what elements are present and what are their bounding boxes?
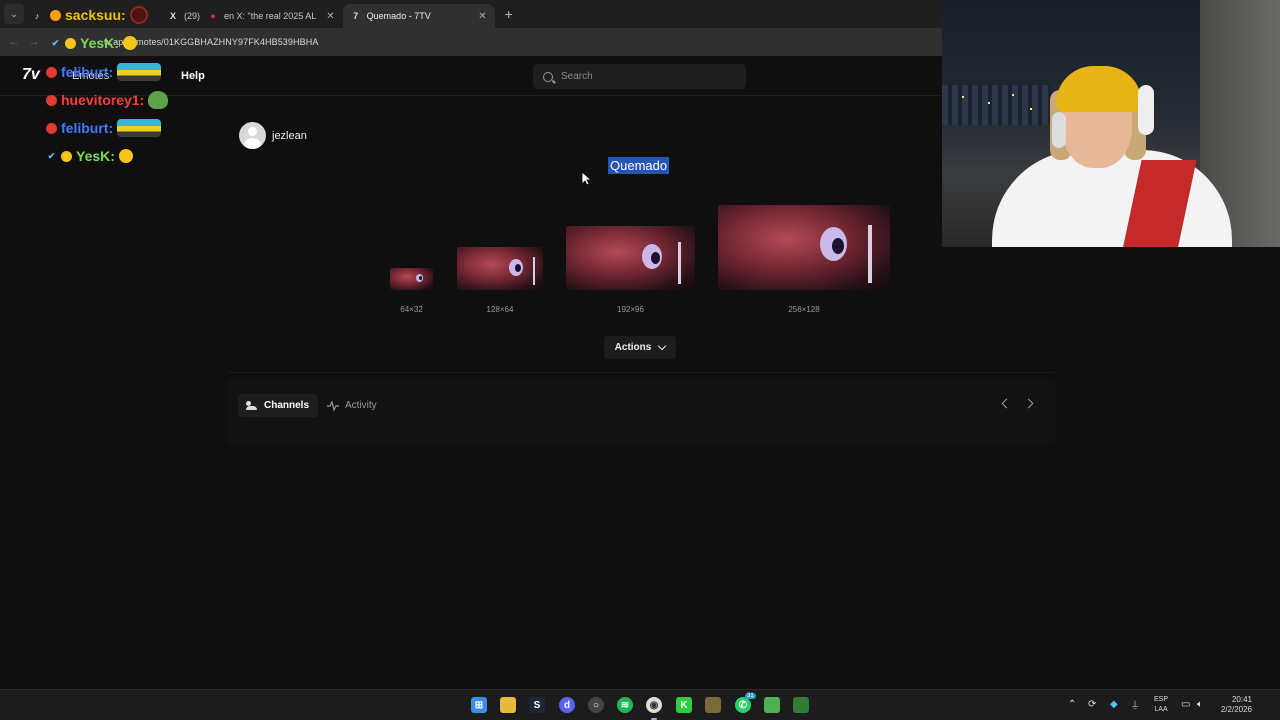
close-icon[interactable]: ✕ bbox=[326, 11, 334, 22]
search-icon bbox=[543, 71, 553, 82]
sync-icon[interactable]: ⟳ bbox=[1088, 699, 1096, 710]
network-app-icon[interactable]: ◆ bbox=[1110, 699, 1118, 710]
activity-icon bbox=[327, 400, 339, 411]
size-label: 128×64 bbox=[486, 305, 514, 314]
chat-message: sacksuu: bbox=[50, 6, 148, 24]
chat-username: YesK: bbox=[76, 148, 115, 164]
language-indicator[interactable]: ESP LAA bbox=[1154, 695, 1168, 715]
tab-search-button[interactable]: ⌄ bbox=[4, 4, 24, 24]
chevron-up-icon[interactable]: ⌃ bbox=[1068, 699, 1076, 710]
forward-arrow-icon[interactable]: → bbox=[24, 36, 44, 48]
actions-button[interactable]: Actions bbox=[604, 336, 676, 359]
browser-tab-x[interactable]: X (29) bbox=[160, 4, 208, 28]
tab-label: (29) bbox=[184, 11, 201, 21]
chat-username: YesK: bbox=[80, 35, 119, 51]
lang-bottom: LAA bbox=[1154, 706, 1168, 713]
display-icon[interactable]: ▭ bbox=[1181, 699, 1190, 710]
chat-message: huevitorey1: bbox=[46, 91, 169, 109]
close-icon[interactable]: ✕ bbox=[478, 11, 486, 22]
nav-help-link[interactable]: Help bbox=[181, 70, 205, 82]
tab-activity-label: Activity bbox=[345, 400, 377, 411]
chat-badge-icon bbox=[50, 9, 61, 21]
tiktok-icon: ♪ bbox=[34, 11, 40, 21]
new-tab-icon[interactable]: + bbox=[505, 6, 513, 22]
chat-badge-icon bbox=[46, 122, 57, 134]
emote-icon bbox=[118, 149, 133, 163]
minecraft-icon[interactable] bbox=[705, 697, 721, 713]
webcam-overlay bbox=[942, 0, 1280, 247]
browser-tab-active[interactable]: 7 Quemado - 7TV ✕ bbox=[342, 4, 495, 28]
emote-title: Quemado bbox=[608, 157, 670, 174]
emote-icon bbox=[117, 63, 162, 81]
file-explorer-icon[interactable] bbox=[500, 697, 516, 713]
obs-icon[interactable]: ○ bbox=[588, 697, 604, 713]
emote-preview-256[interactable] bbox=[718, 205, 890, 290]
tab-label: Quemado - 7TV bbox=[366, 11, 431, 21]
steam-icon[interactable]: S bbox=[529, 697, 545, 713]
microphone-icon[interactable]: ⍊ bbox=[1132, 699, 1138, 710]
checkmark-badge-icon: ✔ bbox=[47, 150, 56, 161]
chat-username: huevitorey1: bbox=[61, 92, 145, 108]
chevron-down-icon bbox=[658, 341, 667, 351]
app-cube-icon[interactable] bbox=[764, 697, 780, 713]
search-input[interactable] bbox=[561, 71, 731, 82]
avatar bbox=[239, 122, 266, 149]
search-box[interactable] bbox=[533, 64, 746, 89]
chat-message: ✔ YesK: bbox=[46, 148, 133, 164]
size-label: 256×128 bbox=[788, 305, 820, 314]
emote-preview-128[interactable] bbox=[457, 247, 543, 290]
author-name[interactable]: jezlean bbox=[272, 130, 307, 142]
chat-badge-icon bbox=[46, 66, 57, 78]
browser-tab-x-post[interactable]: ● en X: "the real 2025 AL ✕ bbox=[208, 4, 343, 28]
lang-top: ESP bbox=[1154, 696, 1169, 703]
chat-badge-icon bbox=[46, 94, 57, 106]
divider bbox=[227, 372, 1055, 373]
emote-icon bbox=[122, 36, 137, 50]
mouse-cursor-icon bbox=[581, 171, 593, 191]
7tv-icon: 7 bbox=[353, 11, 359, 21]
emoji-badge-icon bbox=[65, 37, 76, 49]
screen: ⌄ ♪ X (29) ● en X: "the real 2025 AL ✕ 7… bbox=[0, 0, 1280, 720]
pin-icon: ● bbox=[210, 11, 216, 21]
actions-label: Actions bbox=[614, 342, 652, 353]
chat-username: feliburt: bbox=[61, 120, 114, 136]
emote-preview-192[interactable] bbox=[566, 226, 695, 290]
chrome-icon[interactable]: ◉ bbox=[646, 697, 662, 713]
emote-icon bbox=[148, 91, 169, 109]
kick-icon[interactable]: K bbox=[676, 697, 692, 713]
spotify-icon[interactable]: ≋ bbox=[617, 697, 633, 713]
chat-message: feliburt: bbox=[46, 63, 162, 81]
whatsapp-icon[interactable]: ✆ bbox=[735, 697, 751, 713]
tab-channels-label: Channels bbox=[264, 400, 310, 411]
size-label: 64×32 bbox=[400, 305, 423, 314]
windows-start-icon[interactable]: ⊞ bbox=[471, 697, 487, 713]
app-green-icon[interactable] bbox=[793, 697, 809, 713]
emote-author[interactable]: jezlean bbox=[239, 122, 307, 149]
tab-channels[interactable]: Channels bbox=[238, 394, 318, 417]
volume-icon[interactable]: 🔈︎ bbox=[1197, 699, 1203, 710]
taskbar: ⊞ S d ○ ≋ ◉ K ✆ 31 ⌃ ⟳ ◆ ⍊ ESP LAA ▭ 🔈︎ … bbox=[0, 689, 1280, 720]
notification-badge: 31 bbox=[745, 693, 756, 699]
emote-icon bbox=[129, 6, 148, 24]
size-label: 192×96 bbox=[617, 305, 644, 314]
tab-activity[interactable]: Activity bbox=[327, 394, 377, 417]
discord-icon[interactable]: d bbox=[559, 697, 575, 713]
users-icon bbox=[246, 401, 258, 410]
clock-time: 20:41 bbox=[1231, 695, 1252, 704]
7tv-logo[interactable]: 7v bbox=[22, 66, 40, 84]
emote-icon bbox=[117, 119, 162, 137]
emote-preview-64[interactable] bbox=[390, 268, 433, 290]
emoji-badge-icon bbox=[61, 150, 72, 162]
chat-username: feliburt: bbox=[61, 64, 114, 80]
address-bar: ← → tv.app/emotes/01KGGBHAZHNY97FK4HB539… bbox=[0, 28, 942, 56]
chat-username: sacksuu: bbox=[65, 7, 126, 23]
x-icon: X bbox=[169, 11, 176, 21]
chat-message: ✔ YesK: bbox=[50, 35, 137, 51]
tab-label: en X: "the real 2025 AL bbox=[224, 11, 317, 21]
checkmark-badge-icon: ✔ bbox=[51, 37, 60, 48]
back-arrow-icon[interactable]: ← bbox=[4, 36, 24, 48]
chat-message: feliburt: bbox=[46, 119, 162, 137]
clock-date: 2/2/2026 bbox=[1220, 705, 1252, 714]
clock[interactable]: 20:41 2/2/2026 bbox=[1214, 695, 1252, 715]
